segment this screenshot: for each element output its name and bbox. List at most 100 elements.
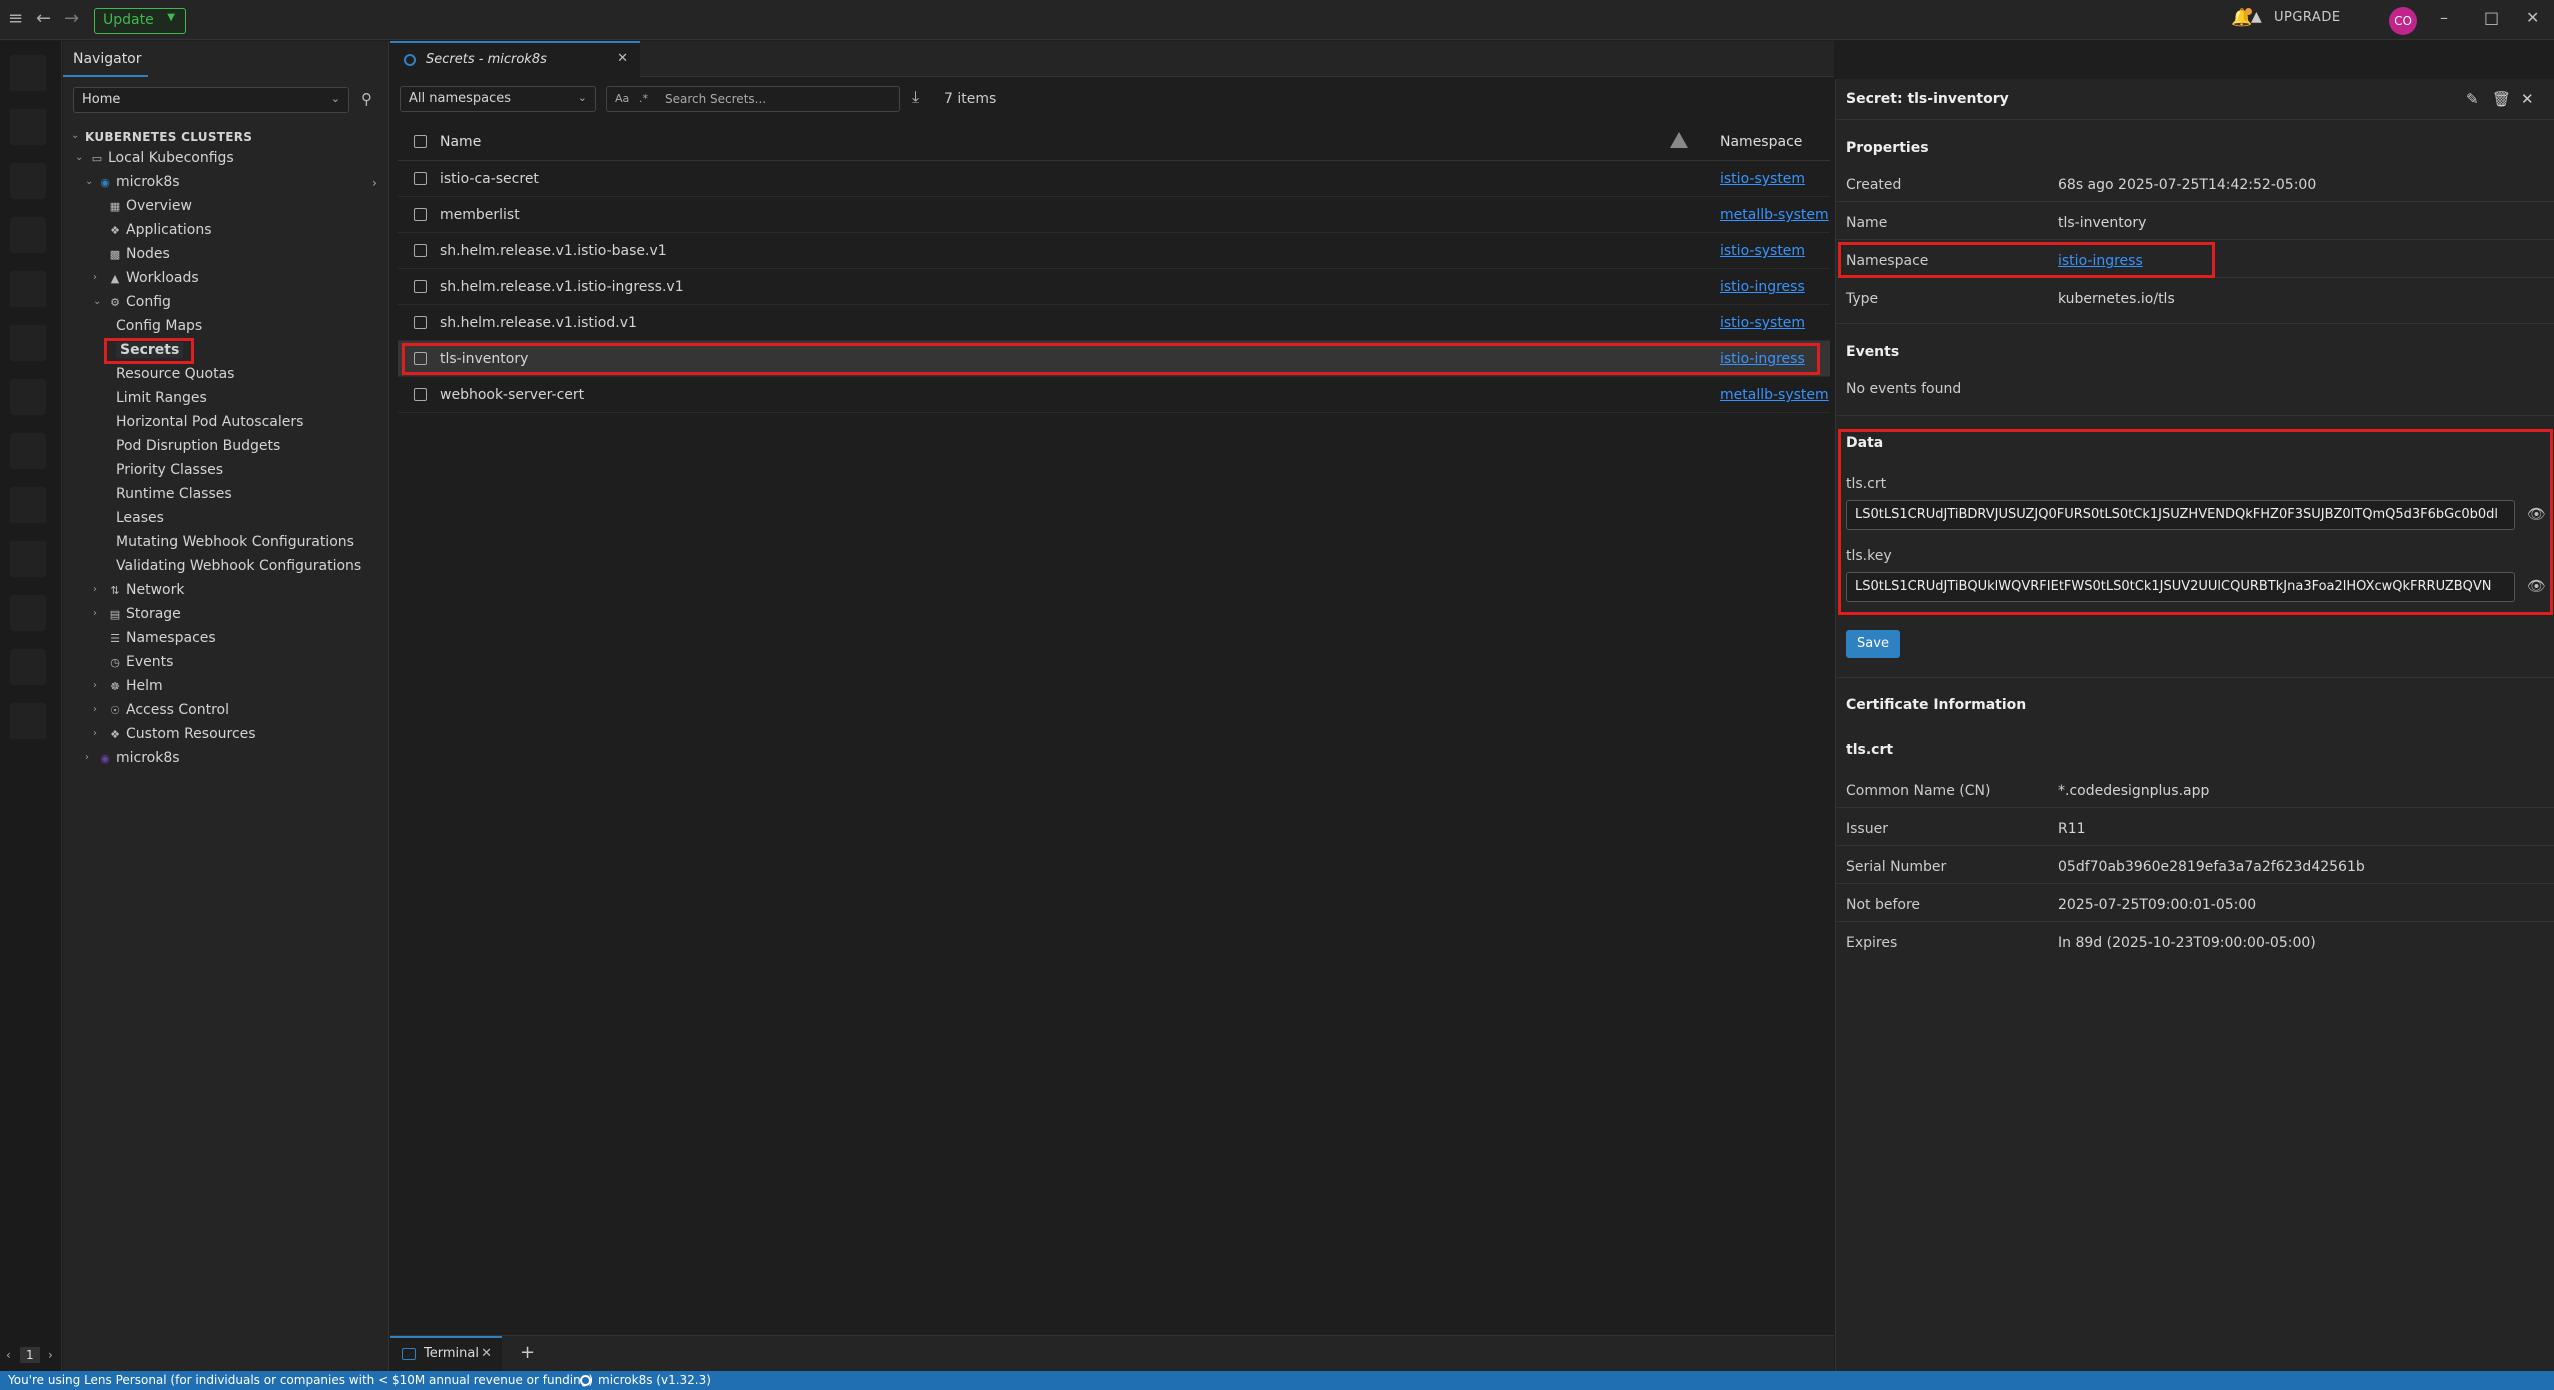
maximize-icon[interactable]: □: [2484, 8, 2499, 27]
regex-icon[interactable]: .*: [639, 92, 648, 105]
table-row[interactable]: sh.helm.release.v1.istio-ingress.v1 istio…: [398, 269, 1830, 305]
sidebar-item-config-maps[interactable]: Config Maps: [116, 318, 202, 334]
sidebar-item-mutating-webhooks[interactable]: Mutating Webhook Configurations: [116, 534, 354, 550]
edit-icon[interactable]: ✎: [2466, 90, 2479, 108]
hotbar-slot[interactable]: [10, 433, 46, 469]
column-header-name[interactable]: Name: [440, 134, 481, 150]
chevron-right-icon[interactable]: ›: [93, 608, 97, 619]
search-input[interactable]: Aa .* Search Secrets...: [606, 86, 900, 112]
hotbar-slot[interactable]: [10, 487, 46, 523]
sidebar-item-network[interactable]: ⇅ Network: [107, 582, 184, 598]
hotbar-slot[interactable]: [10, 541, 46, 577]
row-checkbox[interactable]: [414, 388, 427, 401]
column-header-namespace[interactable]: Namespace: [1720, 134, 1802, 150]
forward-arrow-icon[interactable]: →: [64, 8, 79, 29]
sidebar-item-limit-ranges[interactable]: Limit Ranges: [116, 390, 207, 406]
table-row[interactable]: memberlist metallb-system: [398, 197, 1830, 233]
sidebar-item-validating-webhooks[interactable]: Validating Webhook Configurations: [116, 558, 361, 574]
sidebar-item-nodes[interactable]: ▩ Nodes: [107, 246, 170, 262]
hotbar-slot[interactable]: [10, 163, 46, 199]
chevron-right-icon[interactable]: ›: [372, 176, 377, 190]
sidebar-item-storage[interactable]: ▤ Storage: [107, 606, 181, 622]
hotbar-slot[interactable]: [10, 703, 46, 739]
row-namespace-link[interactable]: istio-system: [1720, 315, 1805, 331]
sidebar-item-hpa[interactable]: Horizontal Pod Autoscalers: [116, 414, 303, 430]
search-icon[interactable]: ⚲: [361, 90, 372, 108]
sidebar-item-namespaces[interactable]: ☰ Namespaces: [107, 630, 216, 646]
data-crt-field[interactable]: LS0tLS1CRUdJTiBDRVJUSUZJQ0FURS0tLS0tCk1J…: [1846, 500, 2515, 530]
row-namespace-link[interactable]: istio-system: [1720, 243, 1805, 259]
data-key-field[interactable]: LS0tLS1CRUdJTiBQUklWQVRFIEtFWS0tLS0tCk1J…: [1846, 572, 2515, 602]
tree-cluster-microk8s[interactable]: ◉ microk8s: [97, 174, 179, 190]
download-icon[interactable]: ⤓: [912, 87, 919, 107]
avatar[interactable]: CO: [2389, 7, 2417, 35]
status-cluster[interactable]: microk8s (v1.32.3): [598, 1373, 711, 1387]
eye-off-icon[interactable]: 👁: [2527, 505, 2546, 523]
hotbar-slot[interactable]: [10, 379, 46, 415]
upgrade-button[interactable]: UPGRADE: [2274, 10, 2341, 25]
hamburger-menu-icon[interactable]: ≡: [8, 8, 23, 29]
sidebar-item-pdb[interactable]: Pod Disruption Budgets: [116, 438, 280, 454]
chevron-down-icon[interactable]: ⌄: [93, 296, 101, 307]
hotbar-slot[interactable]: [10, 271, 46, 307]
namespace-filter-select[interactable]: All namespaces ⌄: [400, 86, 596, 112]
hotbar-slot[interactable]: [10, 649, 46, 685]
sidebar-item-applications[interactable]: ❖ Applications: [107, 222, 211, 238]
row-checkbox[interactable]: [414, 352, 427, 365]
sidebar-item-custom-resources[interactable]: ❖ Custom Resources: [107, 726, 256, 742]
sidebar-item-config[interactable]: ⚙ Config: [107, 294, 171, 310]
sidebar-item-overview[interactable]: ▦ Overview: [107, 198, 192, 214]
row-namespace-link[interactable]: istio-system: [1720, 171, 1805, 187]
chevron-down-icon[interactable]: ⌄: [71, 130, 79, 141]
close-icon[interactable]: ✕: [617, 51, 628, 66]
pager-prev-icon[interactable]: ‹: [6, 1348, 11, 1362]
chevron-right-icon[interactable]: ›: [93, 680, 97, 691]
match-case-icon[interactable]: Aa: [615, 92, 629, 105]
update-button[interactable]: Update ▼: [94, 8, 186, 34]
sidebar-item-events[interactable]: ◷ Events: [107, 654, 173, 670]
close-icon[interactable]: ✕: [481, 1346, 492, 1361]
sidebar-item-leases[interactable]: Leases: [116, 510, 164, 526]
hotbar-slot[interactable]: [10, 109, 46, 145]
row-checkbox[interactable]: [414, 208, 427, 221]
table-row[interactable]: sh.helm.release.v1.istio-base.v1 istio-sy…: [398, 233, 1830, 269]
tab-secrets[interactable]: Secrets - microk8s ✕: [390, 41, 640, 77]
hotbar-slot[interactable]: [10, 55, 46, 91]
tree-local-kubeconfigs[interactable]: ▭ Local Kubeconfigs: [89, 150, 234, 166]
close-window-icon[interactable]: ✕: [2526, 8, 2539, 27]
table-row[interactable]: webhook-server-cert metallb-system: [398, 377, 1830, 413]
sidebar-item-helm[interactable]: ☸ Helm: [107, 678, 163, 694]
save-button[interactable]: Save: [1846, 630, 1900, 658]
pager-next-icon[interactable]: ›: [48, 1348, 53, 1362]
eye-off-icon[interactable]: 👁: [2527, 577, 2546, 595]
row-checkbox[interactable]: [414, 172, 427, 185]
hotbar-slot[interactable]: [10, 595, 46, 631]
minimize-icon[interactable]: –: [2440, 8, 2448, 27]
sidebar-item-runtime-classes[interactable]: Runtime Classes: [116, 486, 232, 502]
hotbar-slot[interactable]: [10, 217, 46, 253]
tab-terminal[interactable]: Terminal ✕: [390, 1336, 502, 1372]
sidebar-item-workloads[interactable]: ▲ Workloads: [107, 270, 199, 286]
navigator-select[interactable]: Home ⌄: [73, 87, 349, 113]
back-arrow-icon[interactable]: ←: [36, 8, 51, 29]
sidebar-item-secrets[interactable]: Secrets: [116, 342, 184, 358]
chevron-right-icon[interactable]: ›: [93, 728, 97, 739]
table-row-selected[interactable]: tls-inventory istio-ingress: [398, 341, 1830, 377]
add-tab-icon[interactable]: +: [520, 1342, 535, 1363]
table-row[interactable]: sh.helm.release.v1.istiod.v1 istio-system: [398, 305, 1830, 341]
chevron-right-icon[interactable]: ›: [85, 752, 89, 763]
table-row[interactable]: istio-ca-secret istio-system: [398, 161, 1830, 197]
chevron-right-icon[interactable]: ›: [93, 272, 97, 283]
hotbar-slot[interactable]: [10, 325, 46, 361]
row-checkbox[interactable]: [414, 244, 427, 257]
row-checkbox[interactable]: [414, 280, 427, 293]
select-all-checkbox[interactable]: [414, 135, 427, 148]
sidebar-item-priority-classes[interactable]: Priority Classes: [116, 462, 223, 478]
chevron-down-icon[interactable]: ⌄: [75, 152, 83, 163]
sidebar-item-resource-quotas[interactable]: Resource Quotas: [116, 366, 234, 382]
tree-cluster-microk8s-2[interactable]: ◉ microk8s: [97, 750, 179, 766]
chevron-right-icon[interactable]: ›: [93, 704, 97, 715]
sidebar-item-access-control[interactable]: ☉ Access Control: [107, 702, 229, 718]
chevron-right-icon[interactable]: ›: [93, 584, 97, 595]
trash-icon[interactable]: 🗑: [2492, 90, 2511, 108]
